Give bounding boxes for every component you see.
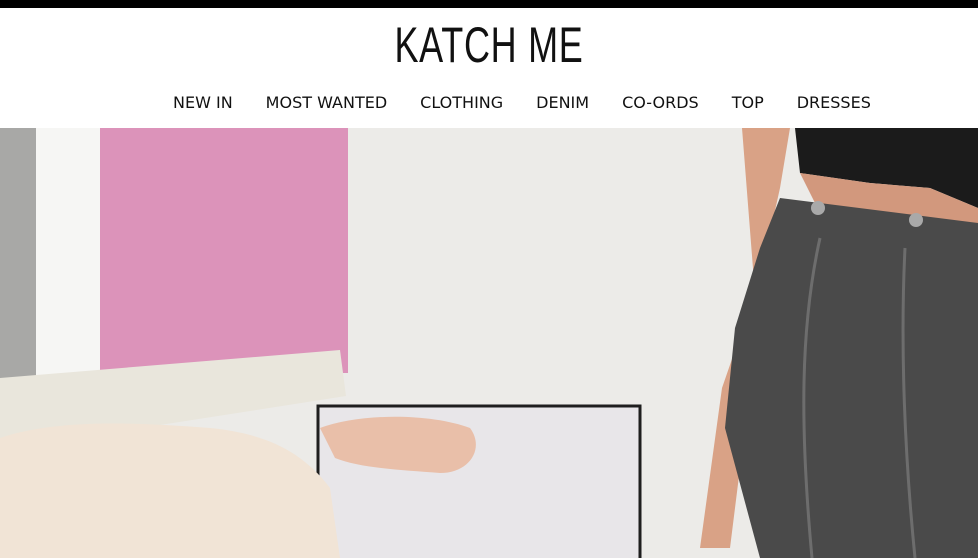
nav-item-new-in[interactable]: NEW IN [173,92,233,114]
hero-jeans-rivet [909,213,923,227]
hero-banner[interactable] [0,128,978,558]
hero-image [0,128,978,558]
nav-item-most-wanted[interactable]: MOST WANTED [266,92,387,114]
hero-jeans [725,198,978,558]
hero-jeans-button [811,201,825,215]
site-header: KATCH ME NEW IN MOST WANTED CLOTHING DEN… [0,8,978,128]
hero-white-card [36,128,100,378]
top-bar [0,0,978,8]
nav-item-dresses[interactable]: DRESSES [797,92,871,114]
nav-item-clothing[interactable]: CLOTHING [420,92,503,114]
nav-item-top[interactable]: TOP [732,92,764,114]
nav-item-co-ords[interactable]: CO-ORDS [622,92,699,114]
hero-pink-panel [100,128,348,373]
brand-logo[interactable]: KATCH ME [137,20,841,70]
main-nav: NEW IN MOST WANTED CLOTHING DENIM CO-ORD… [173,92,871,114]
nav-item-denim[interactable]: DENIM [536,92,589,114]
hero-grey-panel [0,128,36,388]
